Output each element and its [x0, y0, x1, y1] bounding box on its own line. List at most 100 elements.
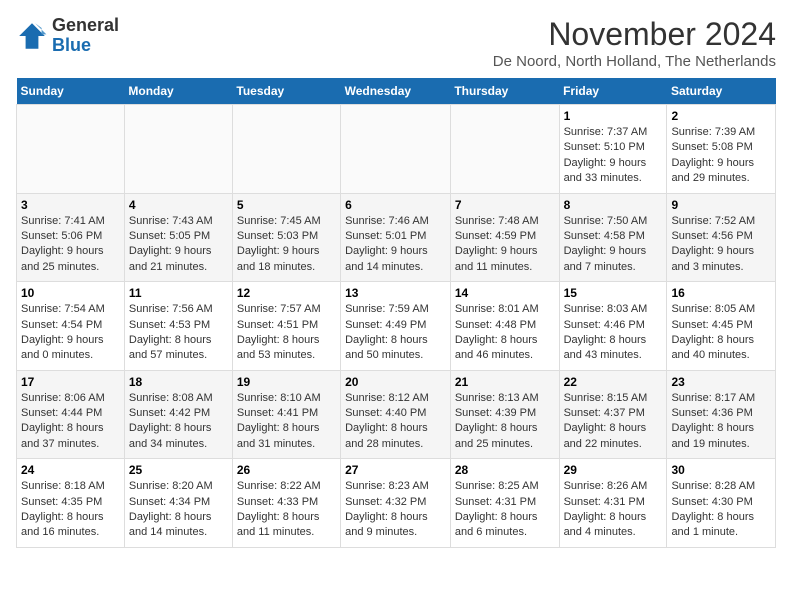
day-number: 27	[345, 463, 446, 477]
day-number: 14	[455, 286, 555, 300]
day-info: Sunrise: 8:28 AM Sunset: 4:30 PM Dayligh…	[671, 479, 771, 541]
calendar-cell	[232, 105, 340, 194]
col-thursday: Thursday	[450, 78, 559, 105]
day-info: Sunrise: 7:48 AM Sunset: 4:59 PM Dayligh…	[455, 214, 555, 276]
day-info: Sunrise: 7:46 AM Sunset: 5:01 PM Dayligh…	[345, 214, 446, 276]
title-block: November 2024 De Noord, North Holland, T…	[493, 16, 776, 70]
calendar-week-1: 1Sunrise: 7:37 AM Sunset: 5:10 PM Daylig…	[17, 105, 776, 194]
calendar-cell: 23 Sunrise: 8:17 AM Sunset: 4:36 PM Dayli…	[667, 370, 776, 459]
day-number: 24	[21, 463, 120, 477]
day-number: 6	[345, 198, 446, 212]
col-sunday: Sunday	[17, 78, 125, 105]
day-number: 21	[455, 375, 555, 389]
day-number: 18	[129, 375, 228, 389]
calendar-cell: 13 Sunrise: 7:59 AM Sunset: 4:49 PM Dayli…	[341, 282, 451, 371]
day-info: Sunrise: 7:41 AM Sunset: 5:06 PM Dayligh…	[21, 214, 120, 276]
day-info: Sunrise: 8:20 AM Sunset: 4:34 PM Dayligh…	[129, 479, 228, 541]
day-number: 20	[345, 375, 446, 389]
calendar-cell: 15 Sunrise: 8:03 AM Sunset: 4:46 PM Dayli…	[559, 282, 667, 371]
calendar-cell: 21 Sunrise: 8:13 AM Sunset: 4:39 PM Dayli…	[450, 370, 559, 459]
day-info: Sunrise: 7:43 AM Sunset: 5:05 PM Dayligh…	[129, 214, 228, 276]
day-number: 26	[237, 463, 336, 477]
day-info: Sunrise: 8:13 AM Sunset: 4:39 PM Dayligh…	[455, 391, 555, 453]
day-info: Sunrise: 8:06 AM Sunset: 4:44 PM Dayligh…	[21, 391, 120, 453]
day-number: 9	[671, 198, 771, 212]
day-info: Sunrise: 8:03 AM Sunset: 4:46 PM Dayligh…	[564, 302, 663, 364]
month-title: November 2024	[493, 16, 776, 53]
col-friday: Friday	[559, 78, 667, 105]
day-number: 30	[671, 463, 771, 477]
calendar-cell: 28 Sunrise: 8:25 AM Sunset: 4:31 PM Dayli…	[450, 459, 559, 548]
day-number: 28	[455, 463, 555, 477]
day-info: Sunrise: 7:39 AM Sunset: 5:08 PM Dayligh…	[671, 125, 771, 187]
calendar-cell	[450, 105, 559, 194]
day-number: 2	[671, 109, 771, 123]
day-info: Sunrise: 7:52 AM Sunset: 4:56 PM Dayligh…	[671, 214, 771, 276]
day-info: Sunrise: 8:08 AM Sunset: 4:42 PM Dayligh…	[129, 391, 228, 453]
location: De Noord, North Holland, The Netherlands	[493, 53, 776, 70]
calendar-cell: 22Sunrise: 8:15 AM Sunset: 4:37 PM Dayli…	[559, 370, 667, 459]
day-number: 5	[237, 198, 336, 212]
day-number: 15	[564, 286, 663, 300]
day-number: 25	[129, 463, 228, 477]
day-info: Sunrise: 8:17 AM Sunset: 4:36 PM Dayligh…	[671, 391, 771, 453]
calendar-cell	[17, 105, 125, 194]
day-info: Sunrise: 8:18 AM Sunset: 4:35 PM Dayligh…	[21, 479, 120, 541]
calendar-cell: 3 Sunrise: 7:41 AM Sunset: 5:06 PM Daylig…	[17, 193, 125, 282]
day-number: 16	[671, 286, 771, 300]
day-number: 7	[455, 198, 555, 212]
col-monday: Monday	[124, 78, 232, 105]
day-info: Sunrise: 8:12 AM Sunset: 4:40 PM Dayligh…	[345, 391, 446, 453]
day-number: 11	[129, 286, 228, 300]
day-number: 22	[564, 375, 663, 389]
day-info: Sunrise: 7:59 AM Sunset: 4:49 PM Dayligh…	[345, 302, 446, 364]
calendar-cell: 5 Sunrise: 7:45 AM Sunset: 5:03 PM Daylig…	[232, 193, 340, 282]
calendar-table: Sunday Monday Tuesday Wednesday Thursday…	[16, 78, 776, 548]
day-number: 23	[671, 375, 771, 389]
day-info: Sunrise: 8:26 AM Sunset: 4:31 PM Dayligh…	[564, 479, 663, 541]
calendar-cell: 24 Sunrise: 8:18 AM Sunset: 4:35 PM Dayli…	[17, 459, 125, 548]
logo: General Blue	[16, 16, 119, 56]
calendar-cell: 8 Sunrise: 7:50 AM Sunset: 4:58 PM Daylig…	[559, 193, 667, 282]
calendar-cell: 7 Sunrise: 7:48 AM Sunset: 4:59 PM Daylig…	[450, 193, 559, 282]
day-number: 4	[129, 198, 228, 212]
col-saturday: Saturday	[667, 78, 776, 105]
calendar-cell: 18 Sunrise: 8:08 AM Sunset: 4:42 PM Dayli…	[124, 370, 232, 459]
calendar-cell: 27 Sunrise: 8:23 AM Sunset: 4:32 PM Dayli…	[341, 459, 451, 548]
day-info: Sunrise: 8:01 AM Sunset: 4:48 PM Dayligh…	[455, 302, 555, 364]
day-number: 13	[345, 286, 446, 300]
calendar-cell: 4 Sunrise: 7:43 AM Sunset: 5:05 PM Daylig…	[124, 193, 232, 282]
calendar-cell: 2 Sunrise: 7:39 AM Sunset: 5:08 PM Daylig…	[667, 105, 776, 194]
calendar-cell: 26 Sunrise: 8:22 AM Sunset: 4:33 PM Dayli…	[232, 459, 340, 548]
col-tuesday: Tuesday	[232, 78, 340, 105]
day-info: Sunrise: 8:25 AM Sunset: 4:31 PM Dayligh…	[455, 479, 555, 541]
calendar-cell: 17Sunrise: 8:06 AM Sunset: 4:44 PM Dayli…	[17, 370, 125, 459]
calendar-cell: 16Sunrise: 8:05 AM Sunset: 4:45 PM Dayli…	[667, 282, 776, 371]
day-info: Sunrise: 7:45 AM Sunset: 5:03 PM Dayligh…	[237, 214, 336, 276]
calendar-week-3: 10Sunrise: 7:54 AM Sunset: 4:54 PM Dayli…	[17, 282, 776, 371]
calendar-week-2: 3 Sunrise: 7:41 AM Sunset: 5:06 PM Daylig…	[17, 193, 776, 282]
calendar-cell: 20 Sunrise: 8:12 AM Sunset: 4:40 PM Dayli…	[341, 370, 451, 459]
page-header: General Blue November 2024 De Noord, Nor…	[16, 16, 776, 70]
day-info: Sunrise: 7:37 AM Sunset: 5:10 PM Dayligh…	[564, 125, 663, 187]
day-info: Sunrise: 8:23 AM Sunset: 4:32 PM Dayligh…	[345, 479, 446, 541]
calendar-cell: 25 Sunrise: 8:20 AM Sunset: 4:34 PM Dayli…	[124, 459, 232, 548]
day-info: Sunrise: 7:50 AM Sunset: 4:58 PM Dayligh…	[564, 214, 663, 276]
calendar-cell: 30 Sunrise: 8:28 AM Sunset: 4:30 PM Dayli…	[667, 459, 776, 548]
calendar-cell: 6 Sunrise: 7:46 AM Sunset: 5:01 PM Daylig…	[341, 193, 451, 282]
calendar-cell: 9 Sunrise: 7:52 AM Sunset: 4:56 PM Daylig…	[667, 193, 776, 282]
calendar-cell: 12Sunrise: 7:57 AM Sunset: 4:51 PM Dayli…	[232, 282, 340, 371]
calendar-week-4: 17Sunrise: 8:06 AM Sunset: 4:44 PM Dayli…	[17, 370, 776, 459]
calendar-cell: 19Sunrise: 8:10 AM Sunset: 4:41 PM Dayli…	[232, 370, 340, 459]
day-info: Sunrise: 7:57 AM Sunset: 4:51 PM Dayligh…	[237, 302, 336, 364]
calendar-week-5: 24 Sunrise: 8:18 AM Sunset: 4:35 PM Dayli…	[17, 459, 776, 548]
day-info: Sunrise: 8:22 AM Sunset: 4:33 PM Dayligh…	[237, 479, 336, 541]
calendar-cell: 29Sunrise: 8:26 AM Sunset: 4:31 PM Dayli…	[559, 459, 667, 548]
day-number: 8	[564, 198, 663, 212]
calendar-cell: 11 Sunrise: 7:56 AM Sunset: 4:53 PM Dayli…	[124, 282, 232, 371]
day-info: Sunrise: 7:56 AM Sunset: 4:53 PM Dayligh…	[129, 302, 228, 364]
calendar-cell	[341, 105, 451, 194]
calendar-cell: 1Sunrise: 7:37 AM Sunset: 5:10 PM Daylig…	[559, 105, 667, 194]
day-number: 3	[21, 198, 120, 212]
calendar-cell: 14 Sunrise: 8:01 AM Sunset: 4:48 PM Dayli…	[450, 282, 559, 371]
